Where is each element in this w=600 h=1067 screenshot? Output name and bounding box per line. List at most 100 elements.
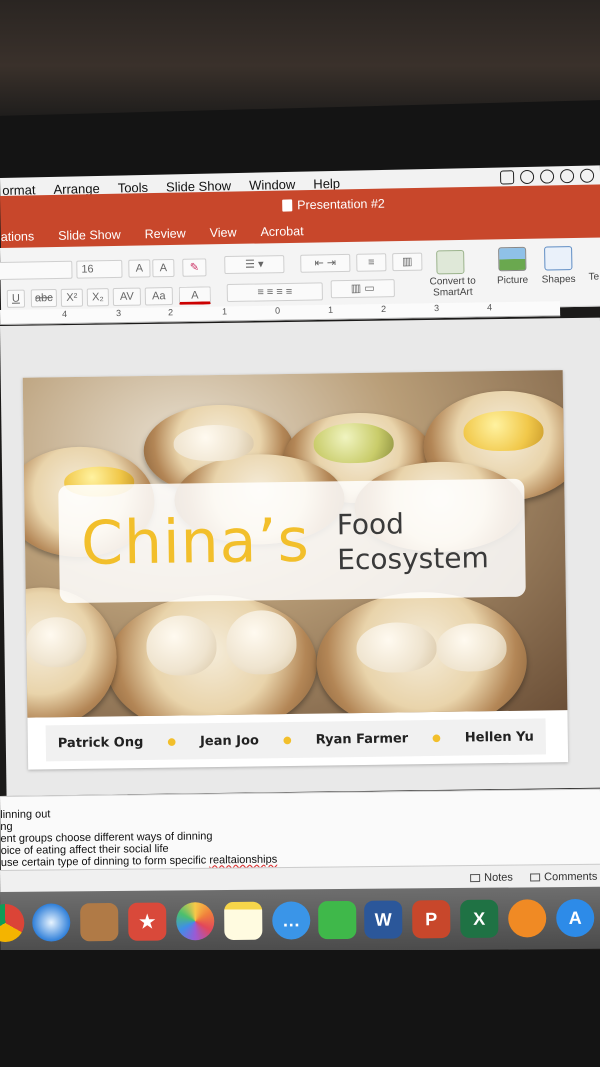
slide-subtitle[interactable]: Food Ecosystem <box>337 505 489 577</box>
bun-dumpling <box>173 424 254 462</box>
messages-icon[interactable]: … <box>272 901 311 940</box>
title-slide[interactable]: China’s Food Ecosystem Patrick Ong ● Jea… <box>22 370 569 770</box>
ibooks-icon[interactable] <box>508 899 547 938</box>
increase-font-size-button[interactable]: A <box>128 259 151 278</box>
tab-acrobat[interactable]: Acrobat <box>248 224 315 239</box>
do-not-disturb-icon[interactable] <box>559 168 575 184</box>
tab-animations[interactable]: ations <box>1 229 47 244</box>
ruler-tick: 2 <box>167 307 174 318</box>
decrease-font-size-button[interactable]: A <box>152 258 175 278</box>
document-title: Presentation #2 <box>282 197 385 213</box>
alignment-buttons[interactable]: ≡ ≡ ≡ ≡ <box>226 282 323 303</box>
subscript-button[interactable]: X₂ <box>86 288 110 307</box>
document-icon <box>282 199 293 212</box>
strikethrough-button[interactable]: abc <box>30 289 58 308</box>
change-case-button[interactable]: Aa <box>144 286 174 306</box>
separator-dot: ● <box>432 732 441 744</box>
ruler-tick: 4 <box>61 308 68 320</box>
separator-dot: ● <box>282 734 292 746</box>
ruler-tick: 0 <box>274 305 281 316</box>
siu-mai-dumpling <box>463 410 544 452</box>
word-icon[interactable]: W <box>364 900 403 939</box>
textbox-label[interactable]: Te B <box>589 271 600 282</box>
indent-buttons[interactable]: ⇤ ⇥ <box>300 253 351 273</box>
authors-bar[interactable]: Patrick Ong ● Jean Joo ● Ryan Farmer ● H… <box>45 718 547 762</box>
strikethrough-label: abc <box>34 292 53 305</box>
comments-icon <box>530 873 541 882</box>
underline-label: U <box>11 292 20 305</box>
contacts-icon[interactable] <box>80 902 119 942</box>
author-name: Patrick Ong <box>57 734 144 751</box>
word-letter: W <box>374 909 392 930</box>
slide-canvas[interactable]: China’s Food Ecosystem Patrick Ong ● Jea… <box>0 317 600 796</box>
ruler-tick: 4 <box>486 302 493 313</box>
powerpoint-icon[interactable]: P <box>412 900 451 939</box>
bookmark-icon[interactable] <box>499 170 515 185</box>
creative-cloud-icon[interactable] <box>579 168 595 183</box>
character-spacing-button[interactable]: AV <box>112 287 142 307</box>
superscript-button[interactable]: X² <box>60 288 84 307</box>
ruler-tick: 1 <box>221 306 228 317</box>
bullets-button[interactable]: ☰ ▾ <box>224 255 285 275</box>
tab-review[interactable]: Review <box>133 226 198 241</box>
separator-dot: ● <box>167 736 177 748</box>
clear-formatting-icon[interactable]: ✎ <box>182 258 207 277</box>
notes-icon[interactable] <box>224 901 263 941</box>
wechat-icon[interactable] <box>519 169 535 185</box>
dock: ★ … W P X A <box>0 886 600 954</box>
comments-button[interactable]: Comments <box>530 871 597 884</box>
ribbon-tabs: ations Slide Show Review View Acrobat <box>1 224 316 244</box>
powerpoint-letter: P <box>425 909 438 930</box>
shapes-label: Shapes <box>541 273 576 286</box>
convert-smartart-label: Convert to SmartArt <box>429 275 476 299</box>
subtitle-line-ecosystem: Ecosystem <box>337 541 489 577</box>
safari-icon[interactable] <box>32 903 71 942</box>
font-color-button[interactable]: A <box>178 286 212 305</box>
dumpling-photo[interactable]: China’s Food Ecosystem <box>22 370 568 718</box>
ruler-tick: 2 <box>380 303 387 315</box>
chrome-tray-icon[interactable] <box>539 169 555 184</box>
ruler-tick: 3 <box>115 308 122 319</box>
excel-icon[interactable]: X <box>460 899 499 938</box>
wunderlist-icon[interactable]: ★ <box>128 902 167 941</box>
author-name: Ryan Farmer <box>315 730 409 748</box>
author-name: Hellen Yu <box>464 729 534 746</box>
picture-icon[interactable] <box>498 246 527 272</box>
speaker-notes[interactable]: linning out ng ent groups choose differe… <box>0 788 600 874</box>
chrome-icon[interactable] <box>0 903 25 943</box>
tab-slide-show[interactable]: Slide Show <box>46 227 133 243</box>
font-name-dropdown[interactable] <box>0 260 73 281</box>
columns-button[interactable]: ▥ <box>392 252 423 272</box>
app-store-icon[interactable]: A <box>556 898 595 938</box>
slide-title[interactable]: China’s <box>81 506 311 579</box>
notes-button[interactable]: Notes <box>470 872 513 884</box>
convert-smartart-icon[interactable] <box>436 249 465 275</box>
notes-icon <box>470 873 481 883</box>
bun-dumpling <box>225 609 297 675</box>
text-direction-button[interactable]: ▥ ▭ <box>330 279 395 299</box>
shapes-icon[interactable] <box>544 246 573 271</box>
picture-label: Picture <box>496 274 529 287</box>
excel-letter: X <box>473 908 486 929</box>
line-spacing-button[interactable]: ≡ <box>356 253 387 272</box>
font-size-dropdown[interactable]: 16 <box>76 259 123 279</box>
har-gow-dumpling <box>356 621 437 674</box>
document-title-text: Presentation #2 <box>297 196 385 213</box>
screen: ormat Arrange Tools Slide Show Window He… <box>0 0 600 1067</box>
facetime-icon[interactable] <box>318 900 357 940</box>
comments-button-label: Comments <box>544 870 598 884</box>
subtitle-line-food: Food <box>336 507 405 542</box>
ruler-tick: 1 <box>327 304 334 315</box>
notes-button-label: Notes <box>484 871 513 884</box>
tab-view[interactable]: View <box>198 225 249 240</box>
monitor-bezel-bottom <box>0 950 600 1067</box>
misspelled-word[interactable]: realtaionships <box>209 854 277 867</box>
photos-icon[interactable] <box>176 902 215 941</box>
green-dumpling <box>313 422 394 464</box>
title-box[interactable]: China’s Food Ecosystem <box>58 478 526 604</box>
ruler-tick: 3 <box>433 303 440 314</box>
font-size-value: 16 <box>81 263 94 276</box>
bun-dumpling <box>146 615 217 676</box>
notes-line-text: use certain type of dinning to form spec… <box>0 854 210 869</box>
underline-button[interactable]: U <box>6 289 26 308</box>
